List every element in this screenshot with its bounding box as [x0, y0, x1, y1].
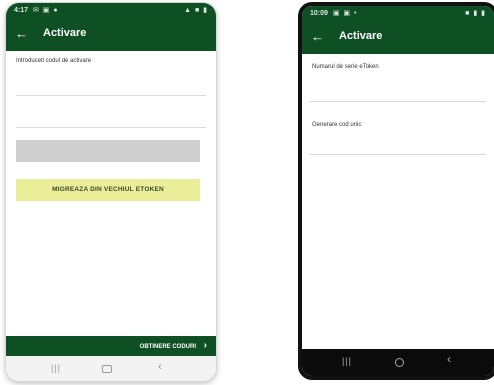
activation-code-input[interactable] — [16, 95, 206, 96]
page-title: Activare — [339, 30, 383, 42]
status-bar: 4:17 ✉ ▣ ● ▲ ■ ▮ — [6, 3, 216, 18]
signal-battery-icons: ■ ▮ ▮ — [465, 10, 486, 17]
system-navigation-bar: ||| ‹ — [302, 349, 494, 376]
system-navigation-bar: ||| ‹ — [6, 356, 216, 381]
status-time: 10:09 — [310, 10, 328, 17]
chevron-right-icon: › — [203, 340, 207, 351]
left-phone-screen: 4:17 ✉ ▣ ● ▲ ■ ▮ ← Activare Introduceti … — [5, 2, 217, 382]
serial-number-input[interactable] — [310, 101, 486, 102]
signal-battery-icons: ▲ ■ ▮ — [184, 7, 208, 14]
unique-code-input[interactable] — [310, 154, 486, 155]
home-icon[interactable] — [102, 365, 112, 373]
status-bar: 10:09 ▣ ▣ • ■ ▮ ▮ — [302, 6, 494, 21]
home-icon[interactable] — [395, 358, 404, 367]
activation-code-label: Introduceti codul de activare — [16, 58, 92, 64]
serial-number-label: Numarul de serie eToken — [312, 64, 379, 70]
nav-back-icon[interactable]: ‹ — [447, 353, 451, 365]
get-codes-label: OBTINERE CODURI — [139, 344, 196, 350]
recents-icon[interactable]: ||| — [342, 355, 352, 367]
activate-button-disabled[interactable] — [16, 140, 200, 162]
back-arrow-icon[interactable]: ← — [15, 26, 28, 42]
notification-icons: ✉ ▣ ● — [32, 7, 59, 14]
recents-icon[interactable]: ||| — [51, 362, 61, 374]
right-phone-screen: 10:09 ▣ ▣ • ■ ▮ ▮ ← Activare Numarul de … — [298, 2, 494, 380]
unique-code-label: Generare cod unic — [312, 122, 362, 128]
notification-icons: ▣ ▣ • — [332, 10, 358, 17]
input-divider — [16, 127, 206, 128]
status-time: 4:17 — [14, 7, 29, 14]
app-bar: ← Activare — [6, 18, 216, 51]
get-codes-bar[interactable]: OBTINERE CODURI › — [6, 336, 216, 358]
back-arrow-icon[interactable]: ← — [311, 29, 324, 45]
migrate-etoken-button[interactable]: MIGREAZA DIN VECHIUL ETOKEN — [16, 179, 200, 201]
page-title: Activare — [43, 27, 87, 39]
app-bar: ← Activare — [302, 21, 494, 54]
nav-back-icon[interactable]: ‹ — [158, 360, 162, 372]
